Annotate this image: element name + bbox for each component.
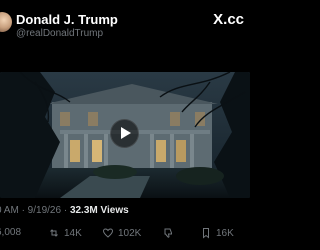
play-button[interactable] (110, 119, 139, 148)
avatar[interactable] (0, 12, 12, 32)
thumbs-down-icon (164, 228, 172, 238)
dislike-button[interactable] (162, 227, 178, 239)
view-count: 32.3M Views (69, 205, 129, 216)
repost-button[interactable]: 14K (48, 227, 82, 239)
post-meta: 0 AM · 9/19/26 · 32.3M Views (0, 205, 129, 216)
meta-separator: · (61, 205, 70, 216)
repost-icon (50, 229, 58, 237)
post-header: Donald J. Trump @realDonaldTrump X.cc (0, 0, 250, 50)
post-timestamp[interactable]: 0 AM · 9/19/26 (0, 205, 61, 216)
author-handle[interactable]: @realDonaldTrump (16, 28, 103, 39)
like-count: 102K (118, 227, 142, 239)
like-button[interactable]: 102K (102, 227, 141, 239)
author-name[interactable]: Donald J. Trump (16, 12, 118, 27)
bookmark-button[interactable]: 16K (200, 227, 234, 239)
reply-count-label: 6,008 (0, 227, 22, 238)
engagement-bar: 6,008 14K 102K 16K (0, 224, 250, 244)
reply-count[interactable]: 6,008 (0, 227, 21, 238)
heart-icon (102, 228, 114, 238)
brand-watermark: X.cc (213, 11, 244, 28)
bookmark-count: 16K (216, 227, 234, 239)
bookmark-icon (203, 228, 209, 239)
repost-count: 14K (64, 227, 82, 239)
